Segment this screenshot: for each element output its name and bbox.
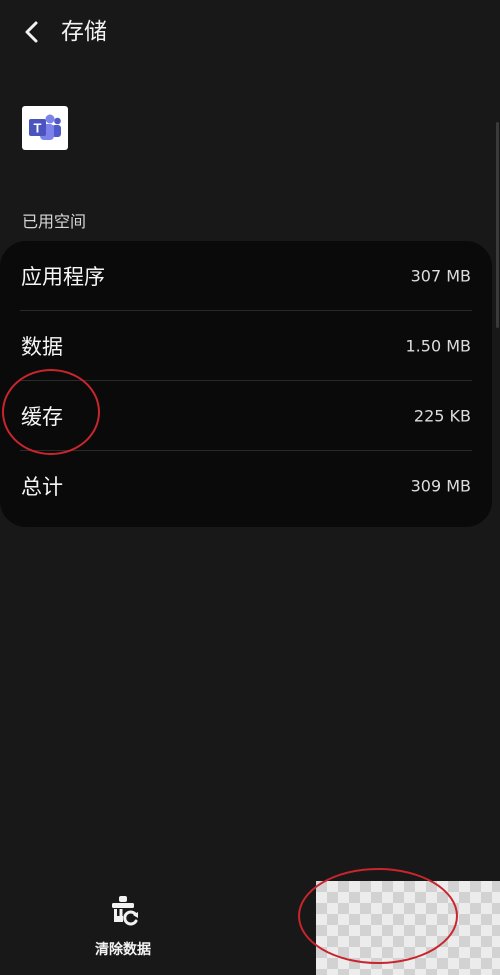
row-label: 应用程序 [21,265,105,289]
top-app-bar: 存储 [0,0,500,64]
row-value: 309 MB [410,476,471,496]
broom-clear-icon [112,896,138,926]
clear-data-label: 清除数据 [95,942,151,958]
chevron-left-icon [25,21,38,43]
clear-data-button[interactable]: 清除数据 [78,887,168,967]
pixelated-region [316,881,500,975]
scroll-indicator [496,122,499,328]
bottom-action-bar: 清除数据 [0,875,500,975]
teams-logo-letter: T [34,121,42,136]
back-button[interactable] [14,14,50,50]
storage-usage-card: 应用程序 307 MB 数据 1.50 MB 缓存 225 KB 总计 309 … [0,241,492,527]
row-value: 225 KB [413,406,471,426]
section-label-used-space: 已用空间 [22,212,87,231]
storage-row-app: 应用程序 307 MB [0,241,492,311]
row-label: 总计 [21,475,63,499]
row-label: 缓存 [21,405,63,429]
storage-row-total: 总计 309 MB [0,451,492,521]
microsoft-teams-icon: T [22,106,68,150]
storage-row-data: 数据 1.50 MB [0,311,492,381]
storage-row-cache: 缓存 225 KB [0,381,492,451]
row-value: 1.50 MB [405,336,472,356]
teams-logo-graphic: T [29,114,61,140]
row-label: 数据 [21,335,63,359]
page-title: 存储 [61,19,107,45]
row-value: 307 MB [410,266,471,286]
clear-cache-button-pixelated[interactable] [316,881,500,975]
